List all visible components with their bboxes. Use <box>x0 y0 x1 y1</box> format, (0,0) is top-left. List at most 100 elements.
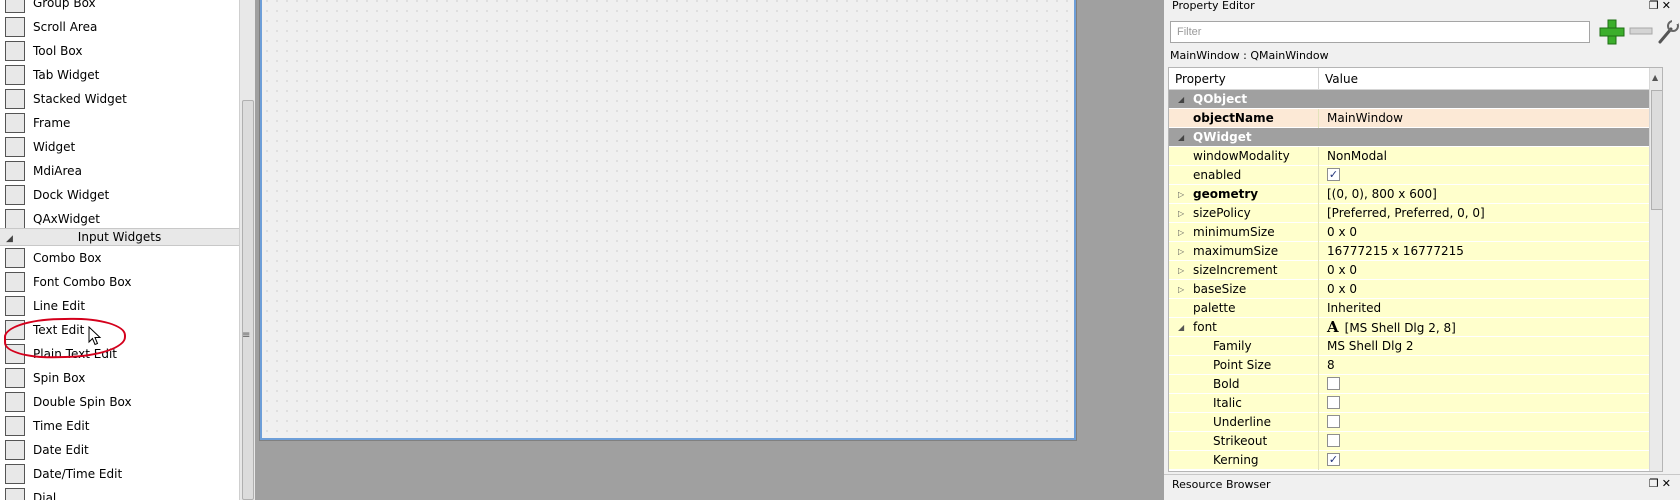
widget-item-widget[interactable]: Widget <box>0 135 239 159</box>
property-row[interactable]: Point Size 8 <box>1169 356 1649 375</box>
property-value[interactable] <box>1321 375 1340 394</box>
widget-item-frame[interactable]: Frame <box>0 111 239 135</box>
property-value[interactable]: [Preferred, Preferred, 0, 0] <box>1321 204 1485 223</box>
widget-item-label: Frame <box>33 116 71 130</box>
property-row[interactable]: Italic <box>1169 394 1649 413</box>
property-value[interactable]: ✓ <box>1321 166 1340 185</box>
widget-item-mdi-area[interactable]: MdiArea <box>0 159 239 183</box>
widget-item-tab-widget[interactable]: Tab Widget <box>0 63 239 87</box>
close-icon[interactable]: ✕ <box>1662 0 1674 12</box>
property-value[interactable]: Inherited <box>1321 299 1381 318</box>
widget-box-scroll-thumb[interactable] <box>242 100 254 500</box>
widget-item-combo-box[interactable]: Combo Box <box>0 246 239 270</box>
column-header-value[interactable]: Value <box>1319 68 1662 90</box>
configure-wrench-icon[interactable] <box>1657 19 1679 45</box>
property-value[interactable]: 0 x 0 <box>1321 280 1357 299</box>
property-row[interactable]: ▷ geometry [(0, 0), 800 x 600] <box>1169 185 1649 204</box>
property-row[interactable]: enabled ✓ <box>1169 166 1649 185</box>
spin-box-icon <box>5 368 25 388</box>
widget-item-label: Spin Box <box>33 371 86 385</box>
widget-box-panel: Group Box Scroll Area Tool Box Tab Widget St… <box>0 0 255 500</box>
widget-item-time-edit[interactable]: Time Edit <box>0 414 239 438</box>
property-row[interactable]: palette Inherited <box>1169 299 1649 318</box>
property-value[interactable]: 0 x 0 <box>1321 261 1357 280</box>
property-row[interactable]: ▷ minimumSize 0 x 0 <box>1169 223 1649 242</box>
category-header-input-widgets[interactable]: ◢ Input Widgets <box>0 228 239 246</box>
property-value[interactable]: NonModal <box>1321 147 1387 166</box>
property-row[interactable]: Underline <box>1169 413 1649 432</box>
widget-item-dock-widget[interactable]: Dock Widget <box>0 183 239 207</box>
property-row[interactable]: ▷ baseSize 0 x 0 <box>1169 280 1649 299</box>
property-value[interactable]: MS Shell Dlg 2 <box>1321 337 1414 356</box>
property-table-scroll-thumb[interactable] <box>1651 90 1662 210</box>
widget-item-label: Line Edit <box>33 299 86 313</box>
property-value[interactable] <box>1321 432 1340 451</box>
property-row[interactable]: ▷ sizePolicy [Preferred, Preferred, 0, 0] <box>1169 204 1649 223</box>
scroll-up-arrow-icon[interactable]: ▲ <box>1652 73 1658 82</box>
widget-item-line-edit[interactable]: Line Edit <box>0 294 239 318</box>
widget-item-dial[interactable]: Dial <box>0 486 239 500</box>
property-row[interactable]: Bold <box>1169 375 1649 394</box>
widget-item-date-time-edit[interactable]: Date/Time Edit <box>0 462 239 486</box>
property-checkbox[interactable] <box>1327 396 1340 409</box>
widget-item-label: Plain Text Edit <box>33 347 117 361</box>
dock-buttons: ❐✕ <box>1649 0 1674 11</box>
float-icon[interactable]: ❐ <box>1649 477 1662 490</box>
property-value[interactable] <box>1321 413 1340 432</box>
property-value-text: MainWindow <box>1327 111 1403 125</box>
widget-item-text-edit[interactable]: Text Edit <box>0 318 239 342</box>
widget-box-scrollbar[interactable] <box>239 0 255 500</box>
property-value-text: Inherited <box>1327 301 1382 315</box>
property-value[interactable]: 0 x 0 <box>1321 223 1357 242</box>
property-row[interactable]: ◢ font A [MS Shell Dlg 2, 8] <box>1169 318 1649 337</box>
property-checkbox[interactable] <box>1327 415 1340 428</box>
property-value[interactable]: MainWindow <box>1321 109 1403 128</box>
widget-item-label: Stacked Widget <box>33 92 127 106</box>
property-value[interactable]: 8 <box>1321 356 1335 375</box>
filter-input[interactable] <box>1170 21 1590 43</box>
widget-item-font-combo-box[interactable]: Font Combo Box <box>0 270 239 294</box>
property-checkbox[interactable] <box>1327 434 1340 447</box>
property-checkbox[interactable] <box>1327 377 1340 390</box>
property-checkbox[interactable]: ✓ <box>1327 168 1340 181</box>
widget-item-label: Font Combo Box <box>33 275 132 289</box>
float-icon[interactable]: ❐ <box>1649 0 1662 12</box>
property-checkbox[interactable]: ✓ <box>1327 453 1340 466</box>
widget-item-date-edit[interactable]: Date Edit <box>0 438 239 462</box>
property-table-scrollbar[interactable]: ▲ <box>1649 68 1662 471</box>
property-row[interactable]: windowModality NonModal <box>1169 147 1649 166</box>
add-property-icon[interactable] <box>1598 18 1626 46</box>
property-group-row[interactable]: ◢ QWidget <box>1169 128 1649 147</box>
widget-item-stacked-widget[interactable]: Stacked Widget <box>0 87 239 111</box>
property-name: Point Size <box>1169 356 1319 375</box>
main-window-form[interactable] <box>259 0 1077 441</box>
property-value[interactable]: ✓ <box>1321 451 1340 470</box>
property-value-text: NonModal <box>1327 149 1387 163</box>
widget-item-double-spin-box[interactable]: Double Spin Box <box>0 390 239 414</box>
property-value[interactable]: [(0, 0), 800 x 600] <box>1321 185 1437 204</box>
property-value-text: 8 <box>1327 358 1335 372</box>
property-group-row[interactable]: ◢ QObject <box>1169 90 1649 109</box>
property-row[interactable]: ▷ sizeIncrement 0 x 0 <box>1169 261 1649 280</box>
splitter-grip-icon[interactable]: ≡ <box>242 330 250 341</box>
text-edit-icon <box>5 320 25 340</box>
property-row[interactable]: Family MS Shell Dlg 2 <box>1169 337 1649 356</box>
column-header-property[interactable]: Property <box>1169 68 1319 90</box>
property-value[interactable]: 16777215 x 16777215 <box>1321 242 1464 261</box>
property-value[interactable] <box>1321 394 1340 413</box>
widget-item-group-box[interactable]: Group Box <box>0 0 239 15</box>
property-row[interactable]: ▷ maximumSize 16777215 x 16777215 <box>1169 242 1649 261</box>
remove-property-icon[interactable] <box>1629 24 1653 38</box>
widget-item-scroll-area[interactable]: Scroll Area <box>0 15 239 39</box>
property-value[interactable]: A [MS Shell Dlg 2, 8] <box>1321 318 1456 337</box>
widget-item-tool-box[interactable]: Tool Box <box>0 39 239 63</box>
close-icon[interactable]: ✕ <box>1662 477 1674 490</box>
widget-item-spin-box[interactable]: Spin Box <box>0 366 239 390</box>
widget-icon <box>5 137 25 157</box>
collapse-triangle-icon[interactable]: ◢ <box>6 231 13 247</box>
property-row[interactable]: objectName MainWindow <box>1169 109 1649 128</box>
property-row[interactable]: Strikeout <box>1169 432 1649 451</box>
widget-item-plain-text-edit[interactable]: Plain Text Edit <box>0 342 239 366</box>
date-time-edit-icon <box>5 464 25 484</box>
property-row[interactable]: Kerning ✓ <box>1169 451 1649 470</box>
